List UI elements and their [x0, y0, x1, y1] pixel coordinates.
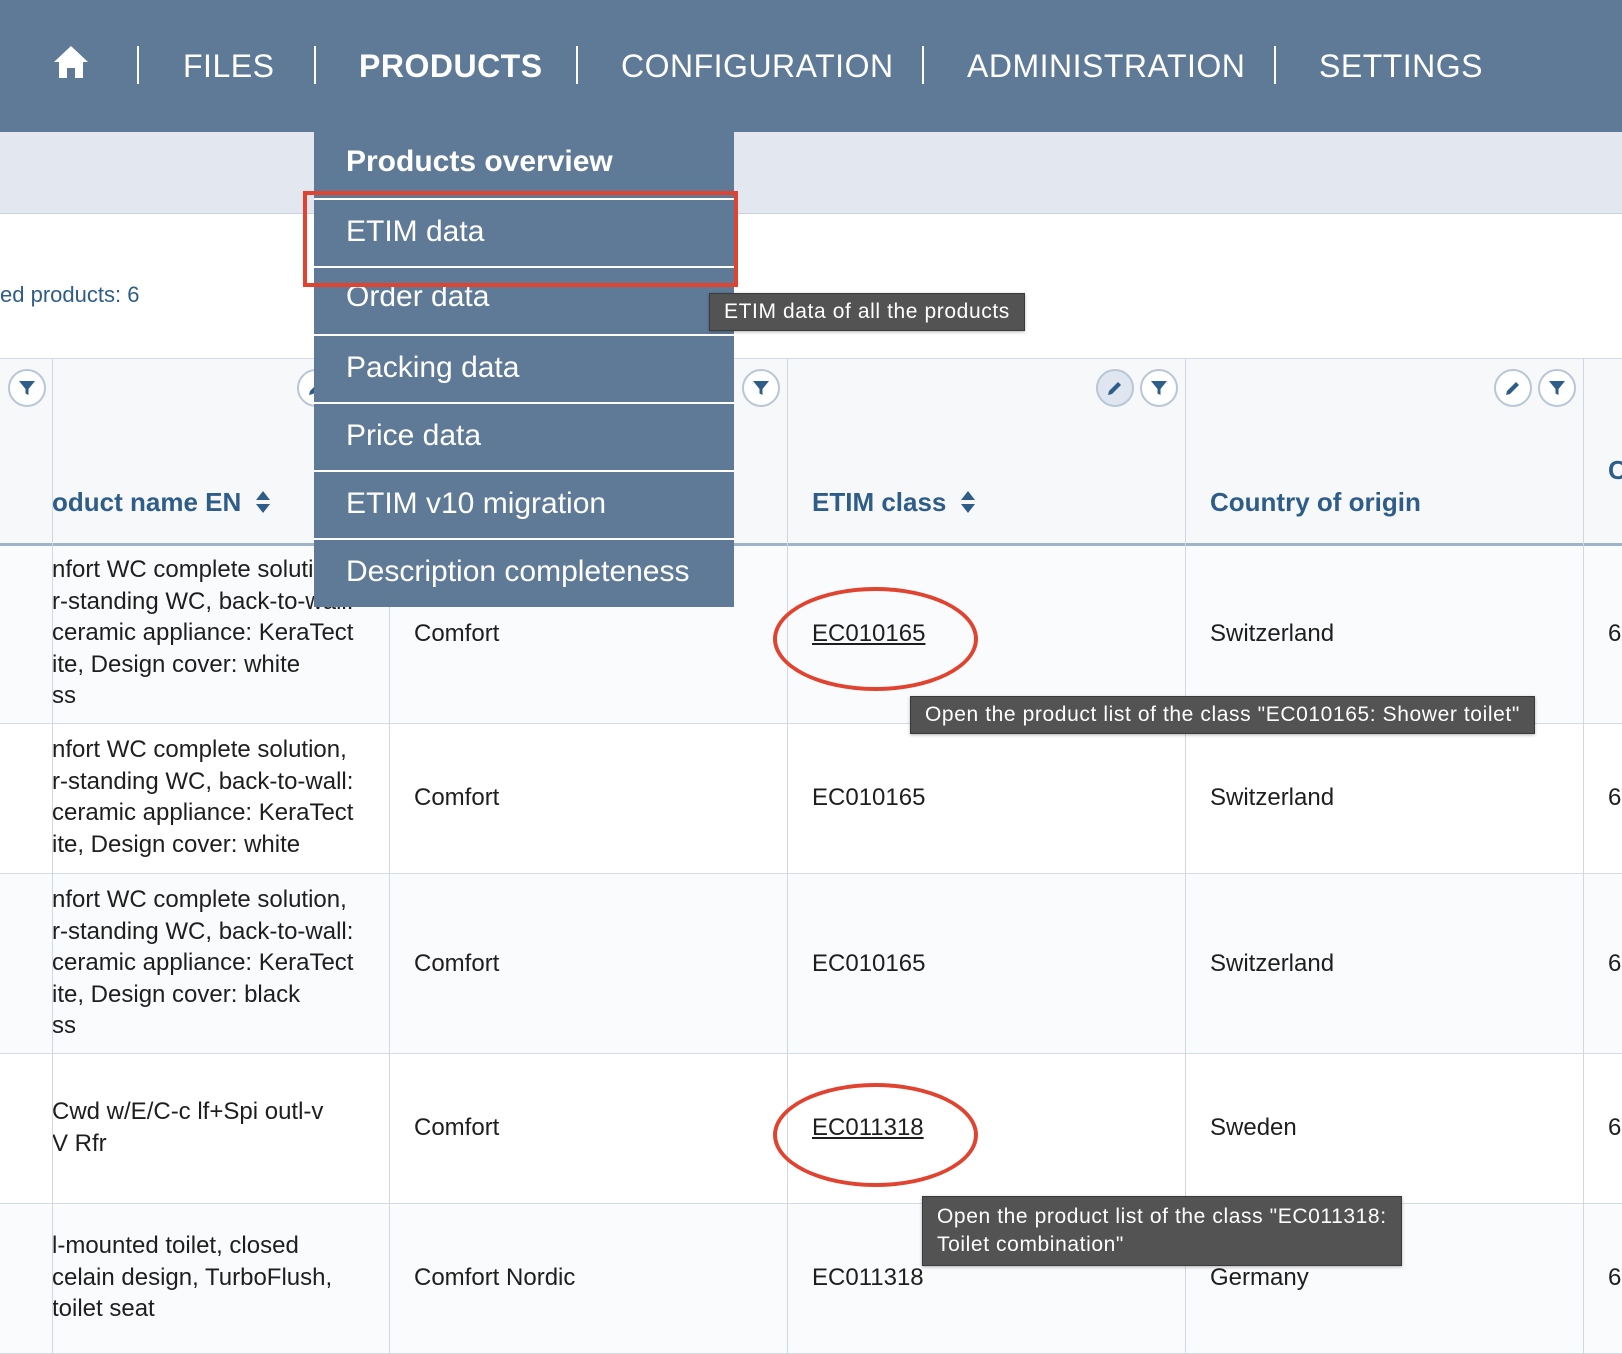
series-cell: Comfort	[414, 784, 500, 811]
next-column-cell: 6	[1608, 784, 1622, 811]
filter-button[interactable]	[1538, 369, 1576, 407]
nav-separator	[576, 46, 578, 84]
nav-separator	[1274, 46, 1276, 84]
nav-separator	[314, 46, 316, 84]
column-header-label: oduct name EN	[52, 487, 242, 517]
product-name-cell: nfort WC complete solution, r-standing W…	[52, 734, 370, 860]
filter-button[interactable]	[1140, 369, 1178, 407]
highlight-box	[303, 191, 738, 287]
filter-button[interactable]	[742, 369, 780, 407]
text-line: ite, Design cover: white	[52, 650, 301, 678]
product-name-cell: Cwd w/E/C-c lf+Spi outl-v V Rfr	[52, 1096, 370, 1159]
menu-item-packing-data[interactable]: Packing data	[314, 334, 734, 402]
text-line: Cwd w/E/C-c lf+Spi outl-v	[52, 1098, 324, 1125]
nav-item-files[interactable]: FILES	[183, 45, 274, 87]
column-header-next[interactable]: C	[1608, 455, 1622, 486]
nav-item-settings[interactable]: SETTINGS	[1319, 45, 1483, 87]
nav-item-administration[interactable]: ADMINISTRATION	[967, 45, 1245, 87]
text-line: nfort WC complete solution,	[52, 736, 347, 763]
column-header-etim-class[interactable]: ETIM class	[812, 487, 976, 518]
home-icon[interactable]	[52, 44, 90, 80]
column-divider	[787, 358, 788, 1354]
product-name-cell: l-mounted toilet, closed celain design, …	[52, 1230, 370, 1325]
next-column-cell: 6	[1608, 620, 1622, 647]
filter-icon	[19, 381, 35, 395]
text-line: ceramic appliance: KeraTect	[52, 619, 354, 646]
table-header: oduct name EN ETIM class Country of orig…	[0, 358, 1622, 546]
column-divider	[52, 358, 53, 1354]
filter-icon	[1151, 381, 1167, 395]
nav-item-configuration[interactable]: CONFIGURATION	[621, 45, 894, 87]
text-line: ceramic appliance: KeraTect	[52, 799, 354, 826]
text-line: toilet seat	[52, 1295, 155, 1322]
text-line: nfort WC complete solution,	[52, 886, 347, 913]
filter-icon	[1549, 381, 1565, 395]
edit-button[interactable]	[1494, 369, 1532, 407]
text-line: celain design, TurboFlush,	[52, 1263, 333, 1291]
highlight-circle	[773, 1083, 978, 1187]
tooltip-line: Toilet combination"	[937, 1233, 1124, 1256]
country-cell: Switzerland	[1210, 784, 1335, 811]
column-header-product-name[interactable]: oduct name EN	[52, 487, 271, 518]
series-cell: Comfort	[414, 1114, 500, 1141]
series-cell: Comfort	[414, 620, 500, 647]
edit-button[interactable]	[1096, 369, 1134, 407]
country-cell: Switzerland	[1210, 950, 1335, 977]
tooltip-class-ec011318: Open the product list of the class "EC01…	[922, 1196, 1402, 1266]
column-divider	[1583, 358, 1584, 1354]
table-row[interactable]: nfort WC complete solution, r-standing W…	[0, 724, 1622, 874]
product-name-cell: nfort WC complete solution, r-standing W…	[52, 884, 370, 1042]
next-column-cell: 6	[1608, 950, 1622, 977]
pencil-icon	[1108, 382, 1121, 395]
menu-item-etim-v10-migration[interactable]: ETIM v10 migration	[314, 470, 734, 538]
etim-class-cell[interactable]: EC010165	[812, 784, 925, 812]
selected-products-count: ed products: 6	[0, 282, 140, 307]
text-line: ite, Design cover: black	[52, 980, 301, 1008]
next-column-cell: 6	[1608, 1264, 1622, 1291]
pencil-icon	[1506, 382, 1519, 395]
menu-item-price-data[interactable]: Price data	[314, 402, 734, 470]
etim-class-cell[interactable]: EC011318	[812, 1264, 924, 1292]
nav-separator	[922, 46, 924, 84]
table-row[interactable]: nfort WC complete solution, r-standing W…	[0, 874, 1622, 1054]
tooltip-class-ec010165: Open the product list of the class "EC01…	[910, 696, 1535, 734]
text-line: r-standing WC, back-to-wall:	[52, 917, 354, 945]
column-header-label: ETIM class	[812, 487, 947, 517]
column-header-country[interactable]: Country of origin	[1210, 487, 1421, 518]
next-column-cell: 6	[1608, 1114, 1622, 1141]
nav-item-products[interactable]: PRODUCTS	[359, 45, 543, 87]
text-line: ss	[52, 1012, 76, 1039]
sort-icon[interactable]	[255, 490, 271, 514]
text-line: ite, Design cover: white	[52, 830, 301, 858]
text-line: r-standing WC, back-to-wall:	[52, 767, 354, 795]
series-cell: Comfort Nordic	[414, 1264, 576, 1291]
series-cell: Comfort	[414, 950, 500, 977]
filter-button[interactable]	[8, 369, 46, 407]
menu-item-description-completeness[interactable]: Description completeness	[314, 538, 734, 607]
tooltip-etim-data: ETIM data of all the products	[709, 293, 1025, 331]
etim-class-cell[interactable]: EC010165	[812, 950, 925, 978]
highlight-circle	[773, 587, 978, 691]
nav-separator	[137, 46, 139, 84]
menu-item-products-overview[interactable]: Products overview	[314, 132, 734, 192]
text-line: ss	[52, 682, 76, 709]
text-line: l-mounted toilet, closed	[52, 1232, 299, 1259]
sort-icon[interactable]	[960, 490, 976, 514]
country-cell: Sweden	[1210, 1114, 1297, 1141]
filter-icon	[753, 381, 769, 395]
country-cell: Germany	[1210, 1264, 1309, 1291]
text-line: ceramic appliance: KeraTect	[52, 949, 354, 976]
sub-toolbar	[0, 132, 1622, 214]
tooltip-line: Open the product list of the class "EC01…	[937, 1205, 1387, 1228]
country-cell: Switzerland	[1210, 620, 1335, 647]
text-line: V Rfr	[52, 1129, 107, 1157]
top-navigation: FILES PRODUCTS CONFIGURATION ADMINISTRAT…	[0, 0, 1622, 132]
